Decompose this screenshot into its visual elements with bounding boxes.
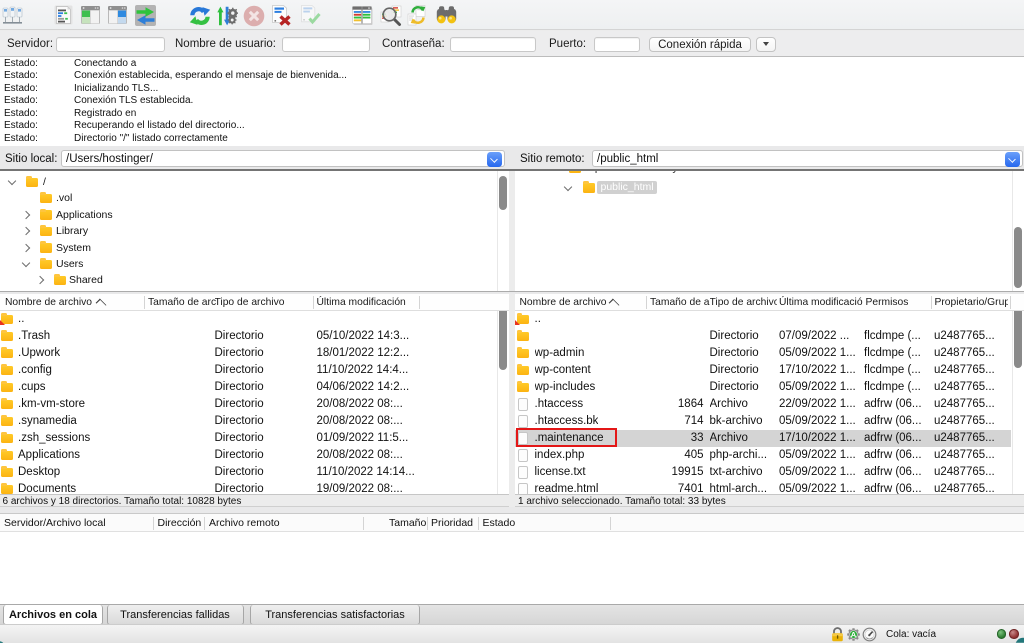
svg-text:A: A [850,630,856,639]
